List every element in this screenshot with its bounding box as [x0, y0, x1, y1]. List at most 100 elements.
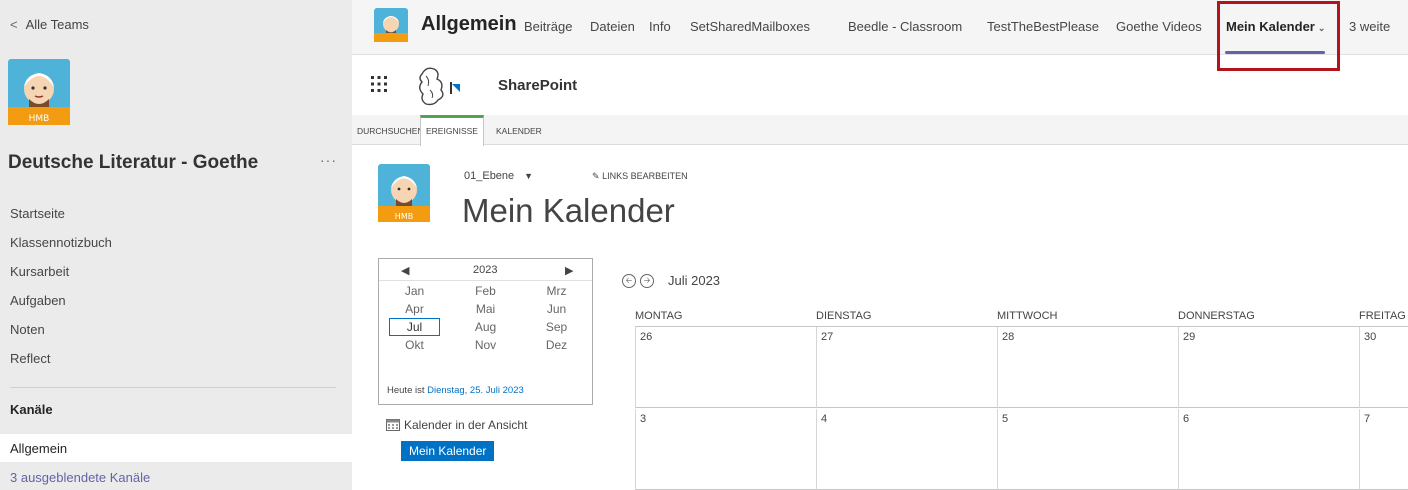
site-icon: HMB: [378, 164, 430, 222]
today-info: Heute ist Dienstag, 25. Juli 2023: [387, 385, 524, 396]
tab-more[interactable]: 3 weite: [1349, 19, 1390, 34]
nav-item-aufgaben[interactable]: Aufgaben: [10, 291, 112, 320]
month-okt[interactable]: Okt: [379, 336, 450, 354]
team-name: Deutsche Literatur - Goethe: [8, 152, 259, 173]
channel-tab-bar: Allgemein Beiträge Dateien Info SetShare…: [352, 0, 1408, 71]
sharepoint-title[interactable]: SharePoint: [498, 77, 577, 94]
nav-item-startseite[interactable]: Startseite: [10, 204, 112, 233]
hidden-channels-link[interactable]: 3 ausgeblendete Kanäle: [10, 470, 150, 485]
tab-beedle-classroom[interactable]: Beedle - Classroom: [848, 19, 962, 34]
nav-item-reflect[interactable]: Reflect: [10, 349, 112, 378]
team-avatar: HMB: [8, 59, 70, 125]
tab-testthebestplease[interactable]: TestTheBestPlease: [987, 19, 1099, 34]
calendar-week-row: 3 4 5 6 7: [635, 409, 1408, 490]
day-number: 26: [640, 331, 653, 343]
month-apr[interactable]: Apr: [379, 300, 450, 318]
month-aug[interactable]: Aug: [450, 318, 521, 336]
svg-text:HMB: HMB: [29, 114, 50, 124]
tab-info[interactable]: Info: [649, 19, 671, 34]
divider: [10, 387, 336, 388]
svg-text:HMB: HMB: [395, 212, 413, 221]
month-dez[interactable]: Dez: [521, 336, 592, 354]
ribbon-tab-kalender[interactable]: KALENDER: [491, 115, 547, 145]
month-grid: Jan Feb Mrz Apr Mai Jun Jul Aug Sep Okt …: [379, 282, 592, 354]
day-number: 7: [1364, 413, 1371, 425]
day-number: 27: [821, 331, 834, 343]
month-jan[interactable]: Jan: [379, 282, 450, 300]
day-number: 4: [821, 413, 828, 425]
day-cell[interactable]: 28: [997, 327, 1178, 408]
team-more-options-icon[interactable]: ···: [320, 152, 337, 168]
teams-left-pane: < Alle Teams HMB Deutsche Literatur - Go…: [0, 0, 352, 490]
team-nav: Startseite Klassennotizbuch Kursarbeit A…: [10, 204, 112, 378]
today-prefix: Heute ist: [387, 385, 425, 396]
date-picker: ◀ 2023 ▶ Jan Feb Mrz Apr Mai Jun Jul Aug: [378, 258, 593, 405]
edit-links-label: LINKS BEARBEITEN: [602, 171, 688, 181]
channel-title: Allgemein: [421, 13, 517, 35]
day-number: 29: [1183, 331, 1196, 343]
page-title: Mein Kalender: [462, 192, 675, 229]
back-to-teams-link[interactable]: < Alle Teams: [10, 17, 89, 32]
nav-item-klassennotizbuch[interactable]: Klassennotizbuch: [10, 233, 112, 262]
calendar-chip-mein-kalender[interactable]: Mein Kalender: [401, 441, 495, 461]
day-cell[interactable]: 4: [816, 409, 997, 490]
calendar-week-row: 26 27 28 29 30: [635, 327, 1408, 408]
next-month-icon[interactable]: 🡢: [640, 273, 654, 288]
next-year-icon[interactable]: ▶: [565, 264, 573, 277]
nav-item-noten[interactable]: Noten: [10, 320, 112, 349]
month-feb[interactable]: Feb: [450, 282, 521, 300]
day-cell[interactable]: 29: [1178, 327, 1359, 408]
tab-setsharedmailboxes[interactable]: SetSharedMailboxes: [690, 19, 810, 34]
day-number: 6: [1183, 413, 1190, 425]
month-mrz[interactable]: Mrz: [521, 282, 592, 300]
day-cell[interactable]: 30: [1359, 327, 1408, 408]
day-cell[interactable]: 6: [1178, 409, 1359, 490]
tab-beitraege[interactable]: Beiträge: [524, 19, 572, 34]
day-number: 5: [1002, 413, 1009, 425]
channels-heading: Kanäle: [10, 402, 53, 417]
nav-item-kursarbeit[interactable]: Kursarbeit: [10, 262, 112, 291]
pencil-icon: ✎: [592, 171, 600, 181]
day-cell[interactable]: 7: [1359, 409, 1408, 490]
date-picker-header: ◀ 2023 ▶: [379, 259, 592, 281]
weekday-header-tuesday: DIENSTAG: [816, 310, 872, 322]
day-number: 3: [640, 413, 647, 425]
calendar-icon: [386, 419, 400, 431]
calendars-in-view: Kalender in der Ansicht: [386, 418, 527, 432]
calendar-month-label: Juli 2023: [668, 273, 721, 288]
calendars-in-view-label: Kalender in der Ansicht: [404, 418, 528, 432]
ribbon-tab-ereignisse[interactable]: EREIGNISSE: [420, 115, 484, 146]
ribbon-tabs: DURCHSUCHEN EREIGNISSE KALENDER: [352, 115, 1408, 146]
channel-avatar: [374, 8, 408, 42]
calendar-navigation: 🡠 🡢 Juli 2023: [622, 273, 720, 288]
month-jun[interactable]: Jun: [521, 300, 592, 318]
sharepoint-page: HMB 01_Ebene ▼ ✎ LINKS BEARBEITEN Mein Ka…: [352, 146, 1408, 490]
breadcrumb-label: 01_Ebene: [464, 170, 515, 182]
school-logo[interactable]: [408, 64, 468, 110]
weekday-header-thursday: DONNERSTAG: [1178, 310, 1255, 322]
today-link[interactable]: Dienstag, 25. Juli 2023: [427, 385, 524, 396]
month-sep[interactable]: Sep: [521, 318, 592, 336]
channel-item-allgemein[interactable]: Allgemein: [0, 434, 352, 462]
chevron-left-icon: <: [10, 17, 18, 32]
day-cell[interactable]: 5: [997, 409, 1178, 490]
prev-year-icon[interactable]: ◀: [401, 264, 409, 277]
month-jul-selected[interactable]: Jul: [389, 318, 440, 336]
picker-year: 2023: [473, 264, 498, 276]
ribbon-tab-durchsuchen[interactable]: DURCHSUCHEN: [352, 115, 429, 145]
back-label: Alle Teams: [25, 17, 89, 32]
month-nov[interactable]: Nov: [450, 336, 521, 354]
breadcrumb[interactable]: 01_Ebene ▼: [464, 170, 533, 182]
annotation-highlight-box: [1217, 1, 1340, 71]
app-launcher-icon[interactable]: [370, 75, 388, 93]
month-mai[interactable]: Mai: [450, 300, 521, 318]
tab-dateien[interactable]: Dateien: [590, 19, 635, 34]
weekday-header-monday: MONTAG: [635, 310, 683, 322]
prev-month-icon[interactable]: 🡠: [622, 273, 636, 288]
day-cell[interactable]: 3: [635, 409, 816, 490]
day-cell[interactable]: 26: [635, 327, 816, 408]
day-cell[interactable]: 27: [816, 327, 997, 408]
day-number: 30: [1364, 331, 1377, 343]
tab-goethe-videos[interactable]: Goethe Videos: [1116, 19, 1202, 34]
edit-links-button[interactable]: ✎ LINKS BEARBEITEN: [592, 171, 688, 182]
